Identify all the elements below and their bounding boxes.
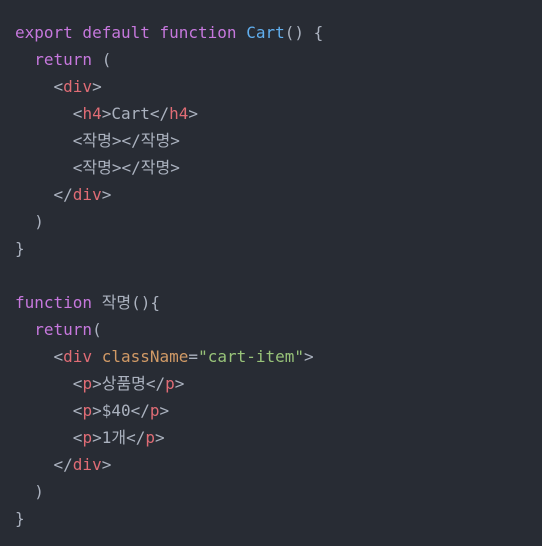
code-token-plain: > [188,104,199,123]
code-token-tag: p [145,428,155,447]
code-token-plain: () { [284,23,324,42]
code-line: return ( [15,46,542,73]
code-token-plain: > [159,401,170,420]
code-token-plain: >1개</ [92,428,146,447]
code-token-tag: div [63,347,93,366]
code-token-plain: < [15,374,83,393]
code-token-plain: <작명></작명> [15,158,180,177]
code-line: <div> [15,73,542,100]
code-token-plain: < [15,104,83,123]
code-token-plain: 작명(){ [92,293,161,312]
code-line: </div> [15,181,542,208]
code-token-plain: > [154,428,165,447]
code-token-plain: < [15,77,64,96]
code-token-tag: p [82,401,93,420]
code-token-tag: div [63,77,93,96]
code-line: return( [15,316,542,343]
code-token-keyword: function [15,293,93,312]
code-line: function 작명(){ [15,289,542,316]
code-token-tag: p [82,428,93,447]
code-token-keyword: return [34,320,93,339]
code-line: <작명></작명> [15,154,542,181]
code-token-plain: > [101,455,112,474]
code-token-tag: h4 [82,104,102,123]
code-line: <작명></작명> [15,127,542,154]
code-token-plain: < [15,428,83,447]
code-token-plain: > [101,185,112,204]
code-block: export default function Cart() { return … [0,0,542,546]
code-line: export default function Cart() { [15,19,542,46]
code-token-plain: } [15,239,25,258]
code-line: <p>상품명</p> [15,370,542,397]
code-token-plain: ) [15,212,44,231]
code-token-keyword: return [34,50,93,69]
code-token-tag: h4 [169,104,189,123]
code-token-plain: } [15,509,25,528]
code-line: </div> [15,451,542,478]
code-token-plain: > [92,77,102,96]
code-token-plain: </ [15,455,73,474]
code-token-tag: p [149,401,160,420]
code-token-plain: >$40</ [92,401,150,420]
code-token-plain: >Cart</ [101,104,170,123]
code-line: <div className="cart-item"> [15,343,542,370]
code-line: <p>1개</p> [15,424,542,451]
code-token-plain: ( [92,320,102,339]
code-token-plain: < [15,401,83,420]
code-token-plain: ( [92,50,112,69]
code-token-plain: >상품명</ [92,374,166,393]
code-token-plain: < [15,347,64,366]
code-token-tag: p [165,374,175,393]
code-line: <p>$40</p> [15,397,542,424]
code-token-plain: = [188,347,199,366]
code-token-string: "cart-item" [198,347,305,366]
code-token-attr: className [101,347,189,366]
code-line: } [15,235,542,262]
code-token-plain: <작명></작명> [15,131,180,150]
code-token-plain: ) [15,482,44,501]
code-token-tag: p [82,374,93,393]
code-line: } [15,505,542,532]
code-token-plain: </ [15,185,73,204]
code-token-keyword: export default function [15,23,247,42]
code-token-plain: > [174,374,185,393]
code-token-tag: div [72,455,102,474]
code-token-function: Cart [246,23,285,42]
code-line: ) [15,208,542,235]
code-token-tag: div [72,185,102,204]
code-token-plain: > [304,347,314,366]
code-line: <h4>Cart</h4> [15,100,542,127]
code-line: ) [15,478,542,505]
